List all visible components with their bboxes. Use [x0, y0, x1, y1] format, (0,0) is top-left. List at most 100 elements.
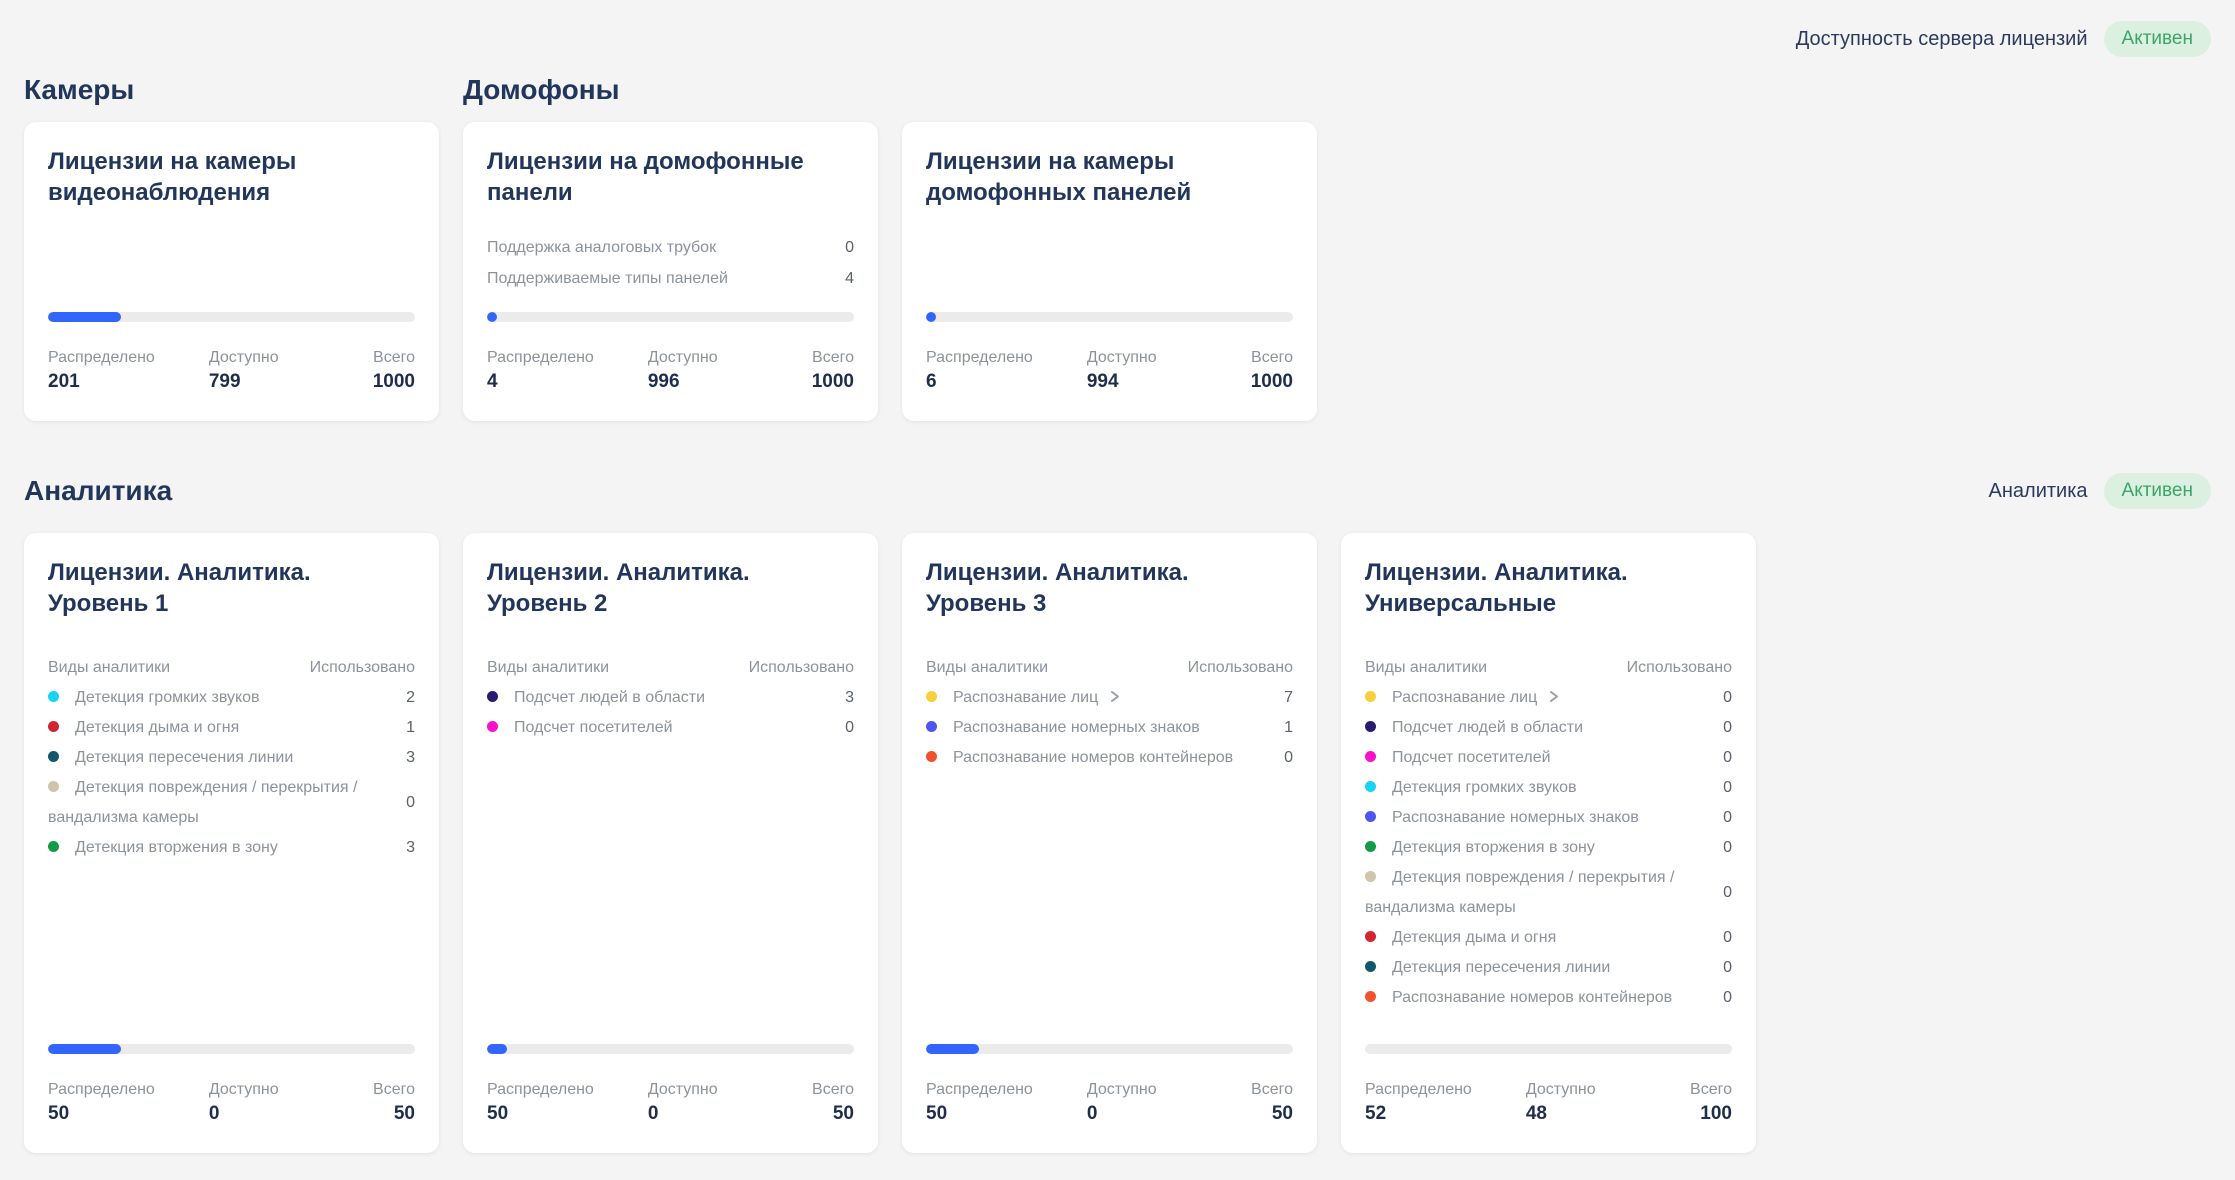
analytics-type-label: Распознавание номерных знаков	[953, 719, 1200, 736]
allocated-label: Распределено	[926, 1079, 1087, 1101]
analytics-row: Распознавание номерных знаков 0	[1365, 803, 1732, 833]
progress-bar	[48, 1044, 415, 1054]
allocated-value: 50	[487, 1103, 648, 1125]
card-analytics-level3: Лицензии. Аналитика. Уровень 3 Виды анал…	[902, 533, 1317, 1153]
available-value: 996	[648, 371, 794, 393]
dot-icon	[1365, 841, 1376, 852]
dot-icon	[1365, 691, 1376, 702]
analytics-type-label: Распознавание номеров контейнеров	[1392, 989, 1672, 1006]
card-title: Лицензии на камеры домофонных панелей	[926, 146, 1261, 208]
available-value: 0	[648, 1103, 794, 1125]
analytics-type-label: Детекция вторжения в зону	[75, 839, 278, 856]
used-column-header: Использовано	[749, 653, 854, 683]
types-column-header: Виды аналитики	[926, 653, 1048, 683]
analytics-type-label: Распознавание лиц	[953, 689, 1098, 706]
total-label: Всего	[355, 347, 415, 369]
available-value: 994	[1087, 371, 1233, 393]
analytics-type-label: Распознавание номерных знаков	[1392, 809, 1639, 826]
used-value: 0	[406, 794, 415, 812]
analytics-type-label: Распознавание лиц	[1392, 689, 1537, 706]
info-value: 4	[845, 263, 854, 294]
dot-icon	[1365, 751, 1376, 762]
card-title: Лицензии. Аналитика. Универсальные	[1365, 557, 1700, 619]
progress-bar	[926, 312, 1293, 322]
analytics-row: Детекция повреждения / перекрытия / ванд…	[48, 773, 415, 833]
analytics-type-label: Детекция громких звуков	[1392, 779, 1577, 796]
available-label: Доступно	[209, 347, 355, 369]
analytics-section-header: Аналитика Аналитика Активен	[24, 473, 2211, 509]
card-camera-licenses: Лицензии на камеры видеонаблюдения Распр…	[24, 122, 439, 421]
dot-icon	[48, 841, 59, 852]
card-title: Лицензии на камеры видеонаблюдения	[48, 146, 383, 208]
analytics-status-badge: Активен	[2104, 473, 2211, 509]
dot-icon	[926, 751, 937, 762]
available-value: 799	[209, 371, 355, 393]
analytics-status-label: Аналитика	[1989, 480, 2088, 503]
used-value: 0	[1723, 989, 1732, 1007]
used-value: 0	[845, 719, 854, 737]
analytics-row: Подсчет посетителей 0	[487, 713, 854, 743]
used-column-header: Использовано	[310, 653, 415, 683]
total-value: 50	[1233, 1103, 1293, 1125]
total-value: 1000	[355, 371, 415, 393]
dot-icon	[48, 751, 59, 762]
cameras-section-title: Камеры	[24, 74, 439, 106]
analytics-row: Детекция пересечения линии 3	[48, 743, 415, 773]
dot-icon	[487, 691, 498, 702]
total-label: Всего	[794, 1079, 854, 1101]
dot-icon	[48, 721, 59, 732]
allocated-label: Распределено	[1365, 1079, 1526, 1101]
intercoms-section-title: Домофоны	[463, 74, 1317, 106]
license-server-status-badge: Активен	[2104, 21, 2211, 57]
used-value: 1	[1284, 719, 1293, 737]
progress-bar	[48, 312, 415, 322]
total-label: Всего	[1233, 347, 1293, 369]
dot-icon	[1365, 991, 1376, 1002]
used-value: 0	[1723, 929, 1732, 947]
card-footer: Распределено 201 Доступно 799 Всего 1000	[48, 347, 415, 393]
card-intercom-panel-licenses: Лицензии на домофонные панели Поддержка …	[463, 122, 878, 421]
section-intercoms: Домофоны Лицензии на домофонные панели П…	[463, 74, 1317, 421]
info-value: 0	[845, 232, 854, 263]
used-value: 0	[1723, 779, 1732, 797]
progress-bar	[487, 312, 854, 322]
progress-fill	[487, 312, 497, 322]
analytics-row: Распознавание номерных знаков 1	[926, 713, 1293, 743]
progress-fill	[48, 312, 121, 322]
chevron-right-icon[interactable]	[1547, 690, 1560, 703]
analytics-type-label: Подсчет людей в области	[1392, 719, 1583, 736]
allocated-value: 52	[1365, 1103, 1526, 1125]
analytics-type-label: Детекция дыма и огня	[75, 719, 239, 736]
analytics-type-label: Детекция дыма и огня	[1392, 929, 1556, 946]
chevron-right-icon[interactable]	[1108, 690, 1121, 703]
analytics-row-face-recognition[interactable]: Распознавание лиц 0	[1365, 683, 1732, 713]
allocated-value: 6	[926, 371, 1087, 393]
used-value: 2	[406, 689, 415, 707]
available-label: Доступно	[1087, 347, 1233, 369]
used-value: 1	[406, 719, 415, 737]
analytics-section-title: Аналитика	[24, 475, 172, 507]
used-value: 0	[1284, 749, 1293, 767]
analytics-type-label: Детекция повреждения / перекрытия / ванд…	[1365, 869, 1674, 916]
analytics-row: Детекция вторжения в зону 0	[1365, 833, 1732, 863]
info-label: Поддерживаемые типы панелей	[487, 263, 728, 294]
used-value: 0	[1723, 959, 1732, 977]
total-label: Всего	[794, 347, 854, 369]
progress-fill	[926, 1044, 979, 1054]
analytics-type-label: Детекция вторжения в зону	[1392, 839, 1595, 856]
types-column-header: Виды аналитики	[1365, 653, 1487, 683]
dot-icon	[487, 721, 498, 732]
dot-icon	[1365, 931, 1376, 942]
allocated-label: Распределено	[48, 1079, 209, 1101]
analytics-row: Подсчет людей в области 0	[1365, 713, 1732, 743]
allocated-value: 201	[48, 371, 209, 393]
card-footer: Распределено 52 Доступно 48 Всего 100	[1365, 1079, 1732, 1125]
analytics-type-label: Детекция пересечения линии	[75, 749, 293, 766]
analytics-row-face-recognition[interactable]: Распознавание лиц 7	[926, 683, 1293, 713]
info-rows: Поддержка аналоговых трубок 0 Поддержива…	[487, 232, 854, 294]
card-analytics-universal: Лицензии. Аналитика. Универсальные Виды …	[1341, 533, 1756, 1153]
card-intercom-camera-licenses: Лицензии на камеры домофонных панелей Ра…	[902, 122, 1317, 421]
section-cameras: Камеры Лицензии на камеры видеонаблюдени…	[24, 74, 439, 421]
card-footer: Распределено 50 Доступно 0 Всего 50	[487, 1079, 854, 1125]
card-footer: Распределено 4 Доступно 996 Всего 1000	[487, 347, 854, 393]
